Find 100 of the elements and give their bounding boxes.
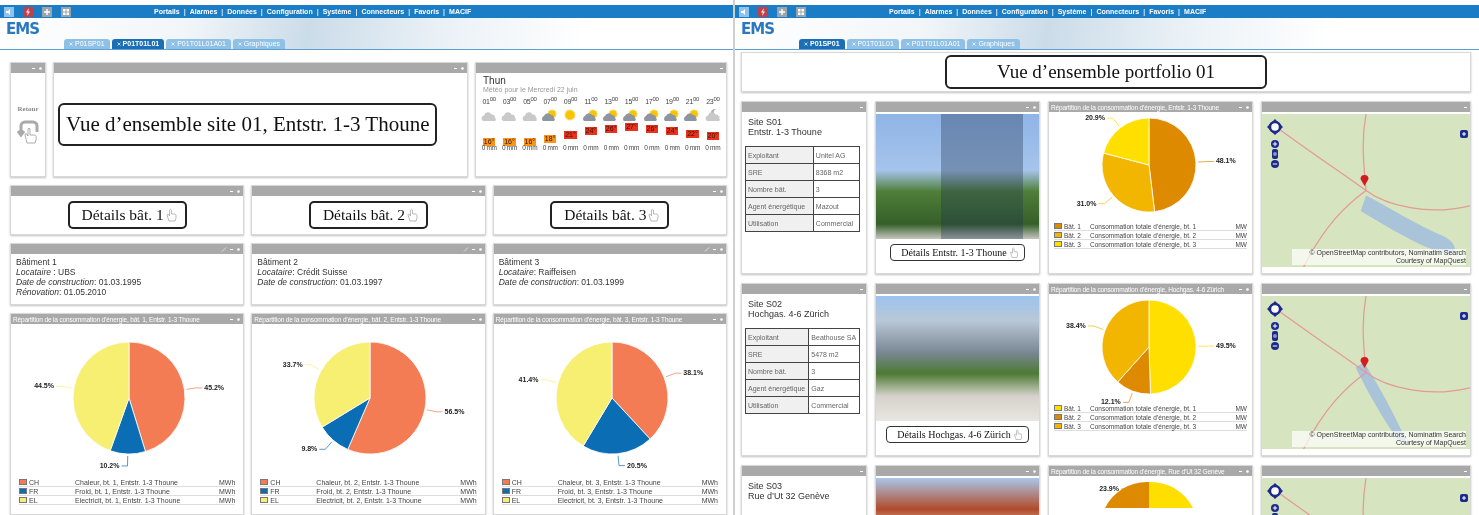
leader-line: [1197, 345, 1215, 347]
close-icon[interactable]: [719, 188, 724, 194]
close-icon[interactable]: [719, 316, 724, 322]
minimize-icon[interactable]: [1238, 286, 1243, 292]
speaker-icon[interactable]: [4, 6, 14, 17]
pan-control-icon[interactable]: [1267, 483, 1283, 499]
close-icon[interactable]: [116, 42, 121, 46]
zoom-out-icon[interactable]: [1271, 160, 1279, 168]
minimize-icon[interactable]: [712, 316, 717, 322]
bolt-icon[interactable]: [23, 6, 33, 17]
zoom-out-icon[interactable]: [1271, 342, 1279, 350]
close-icon[interactable]: [477, 188, 483, 194]
close-icon[interactable]: [236, 188, 242, 194]
details-button[interactable]: Détails bât. 2: [308, 201, 429, 229]
close-icon[interactable]: [905, 42, 910, 46]
hand-pointer-icon: [1012, 429, 1022, 440]
minimize-icon[interactable]: [719, 65, 724, 71]
site-address: Entstr. 1-3 Thoune: [748, 127, 822, 137]
pencil-icon[interactable]: [704, 246, 710, 252]
minimize-icon[interactable]: [859, 104, 864, 110]
grid-icon[interactable]: [796, 6, 806, 17]
back-arrow-icon: [17, 118, 39, 144]
layers-icon[interactable]: [1460, 312, 1468, 320]
sun-cloud-icon: [622, 108, 641, 122]
info-line: Bâtiment 1: [16, 257, 57, 267]
close-icon[interactable]: [1245, 104, 1250, 110]
leader-line: [665, 372, 682, 378]
weather-city: Thun: [483, 75, 506, 86]
leader-line: [426, 409, 444, 413]
close-icon[interactable]: [460, 65, 465, 71]
minimize-icon[interactable]: [1238, 104, 1243, 110]
details-button[interactable]: Détails bât. 1: [67, 201, 187, 229]
leader-line: [1087, 325, 1104, 330]
minimize-icon[interactable]: [470, 188, 476, 194]
close-icon[interactable]: [477, 316, 483, 322]
close-icon[interactable]: [69, 42, 73, 46]
site-name: Site S01: [748, 117, 783, 127]
zoom-slider-icon[interactable]: [1271, 149, 1279, 159]
zoom-in-icon[interactable]: [1271, 504, 1279, 512]
minimize-icon[interactable]: [1463, 468, 1468, 474]
minimize-icon[interactable]: [1238, 468, 1243, 474]
close-icon[interactable]: [477, 246, 483, 252]
minimize-icon[interactable]: [859, 286, 864, 292]
details-button[interactable]: Détails Hochgas. 4-6 Zürich: [886, 426, 1029, 443]
info-line: Locataire: Crédit Suisse: [257, 267, 348, 277]
grid-icon[interactable]: [61, 6, 71, 17]
zoom-in-icon[interactable]: [1271, 140, 1279, 148]
minimize-icon[interactable]: [470, 316, 476, 322]
layers-icon[interactable]: [1460, 130, 1468, 138]
close-icon[interactable]: [38, 65, 43, 71]
close-icon[interactable]: [236, 246, 242, 252]
details-button[interactable]: Détails bât. 3: [550, 201, 670, 229]
pan-control-icon[interactable]: [1267, 301, 1283, 317]
close-icon[interactable]: [1032, 286, 1037, 292]
sun-cloud-icon: [683, 108, 702, 122]
minimize-icon[interactable]: [1463, 286, 1468, 292]
hand-pointer-icon: [164, 208, 177, 222]
minimize-icon[interactable]: [859, 468, 864, 474]
minimize-icon[interactable]: [470, 246, 476, 252]
minimize-icon[interactable]: [229, 246, 235, 252]
close-icon[interactable]: [1245, 468, 1250, 474]
leader-line: [121, 455, 129, 467]
close-icon[interactable]: [1032, 468, 1037, 474]
minimize-icon[interactable]: [453, 65, 458, 71]
minimize-icon[interactable]: [229, 316, 235, 322]
zoom-in-icon[interactable]: [1271, 322, 1279, 330]
hand-pointer-icon: [406, 208, 419, 222]
zoom-slider-icon[interactable]: [1271, 331, 1279, 341]
minimize-icon[interactable]: [1025, 286, 1030, 292]
close-icon[interactable]: [171, 42, 176, 46]
close-icon[interactable]: [851, 42, 856, 46]
logo: EMS: [741, 22, 774, 37]
pencil-icon[interactable]: [221, 246, 228, 252]
close-icon[interactable]: [972, 42, 977, 46]
minimize-icon[interactable]: [712, 188, 717, 194]
pan-control-icon[interactable]: [1267, 119, 1283, 135]
layers-icon[interactable]: [1460, 494, 1468, 502]
close-icon[interactable]: [236, 316, 242, 322]
close-icon[interactable]: [237, 42, 242, 46]
minimize-icon[interactable]: [229, 188, 235, 194]
leader-line: [1197, 161, 1215, 163]
close-icon[interactable]: [719, 246, 724, 252]
minimize-icon[interactable]: [712, 246, 717, 252]
close-icon[interactable]: [804, 42, 808, 46]
minimize-icon[interactable]: [1025, 104, 1030, 110]
pencil-icon[interactable]: [462, 246, 469, 252]
bolt-icon[interactable]: [758, 6, 768, 17]
close-icon[interactable]: [1245, 286, 1250, 292]
speaker-icon[interactable]: [739, 6, 749, 17]
minimize-icon[interactable]: [31, 65, 36, 71]
minimize-icon[interactable]: [1463, 104, 1468, 110]
leader-line: [1122, 392, 1133, 403]
minimize-icon[interactable]: [1025, 468, 1030, 474]
details-button[interactable]: Détails Entstr. 1-3 Thoune: [890, 244, 1025, 261]
close-icon[interactable]: [1032, 104, 1037, 110]
plus-icon[interactable]: [777, 6, 787, 17]
info-line: Locataire : UBS: [16, 267, 76, 277]
sun-cloud-icon: [541, 108, 560, 122]
leader-line: [55, 386, 73, 389]
plus-icon[interactable]: [42, 6, 52, 17]
